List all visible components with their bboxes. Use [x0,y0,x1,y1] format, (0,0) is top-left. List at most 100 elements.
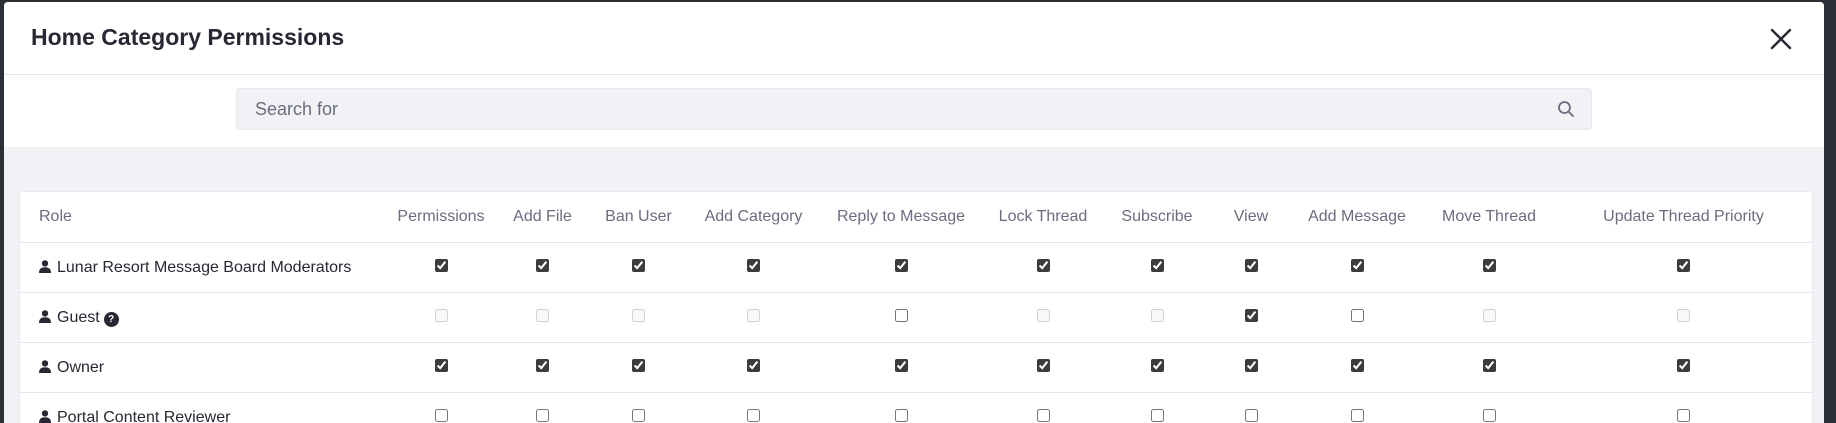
permission-cell [983,392,1103,423]
permission-checkbox[interactable] [1150,358,1164,372]
permission-checkbox [1150,308,1164,322]
permission-checkbox[interactable] [1150,408,1164,422]
permission-checkbox[interactable] [1244,258,1258,272]
permission-checkbox[interactable] [1350,408,1364,422]
column-header: Add Message [1291,192,1423,243]
permission-checkbox[interactable] [1244,408,1258,422]
user-icon [39,309,51,323]
role-cell: Guest? [20,292,386,343]
permission-cell [983,242,1103,293]
column-header: Lock Thread [983,192,1103,243]
permission-cell [1291,342,1423,393]
permission-checkbox[interactable] [894,358,908,372]
permission-checkbox [536,308,549,322]
permission-cell [1423,392,1555,423]
permission-checkbox[interactable] [1350,258,1364,272]
permission-cell [819,292,983,343]
permission-checkbox[interactable] [632,408,645,422]
permission-cell [1291,392,1423,423]
permission-checkbox[interactable] [1244,358,1258,372]
permission-checkbox[interactable] [747,358,760,372]
permission-cell [1555,342,1812,393]
permission-checkbox[interactable] [1036,358,1050,372]
search-area [4,75,1824,147]
permission-checkbox[interactable] [1036,258,1050,272]
column-header: Subscribe [1103,192,1211,243]
role-header: Role [20,192,386,243]
permission-cell [386,242,496,293]
role-name: Owner [57,358,105,376]
permission-checkbox[interactable] [1036,408,1050,422]
permission-cell [1211,292,1291,343]
search-input[interactable] [237,89,1537,129]
column-header: Move Thread [1423,192,1555,243]
permission-cell [1555,242,1812,293]
permission-cell [1423,292,1555,343]
column-header: Permissions [386,192,496,243]
permission-checkbox[interactable] [1677,408,1690,422]
permission-checkbox[interactable] [536,358,549,372]
column-header: Update Thread Priority [1555,192,1812,243]
permission-checkbox[interactable] [747,408,760,422]
permission-cell [1211,342,1291,393]
permission-checkbox[interactable] [1350,308,1364,322]
permission-checkbox[interactable] [434,358,448,372]
user-icon [39,409,51,423]
table-row: Guest? [20,292,1812,343]
permission-cell [1103,342,1211,393]
permission-checkbox[interactable] [1482,258,1496,272]
permission-checkbox [1036,308,1050,322]
table-row: Owner [20,342,1812,393]
permission-checkbox [632,308,645,322]
permission-checkbox[interactable] [536,258,549,272]
permission-checkbox[interactable] [536,408,549,422]
search-icon[interactable] [1557,100,1575,118]
permission-checkbox[interactable] [1244,308,1258,322]
permission-cell [496,242,589,293]
permission-cell [1103,292,1211,343]
question-circle-icon[interactable]: ? [103,311,119,327]
permission-checkbox[interactable] [632,358,645,372]
permission-checkbox [1677,308,1690,322]
permission-cell [589,242,688,293]
permission-checkbox[interactable] [1482,358,1496,372]
permission-checkbox[interactable] [894,408,908,422]
permission-cell [688,242,819,293]
column-header: Ban User [589,192,688,243]
permission-checkbox[interactable] [1482,408,1496,422]
permission-checkbox[interactable] [434,258,448,272]
permission-checkbox[interactable] [1677,358,1690,372]
permission-cell [688,392,819,423]
permission-checkbox[interactable] [747,258,760,272]
permissions-modal: Home Category Permissions Search for Rol… [4,2,1824,423]
permission-checkbox[interactable] [894,308,908,322]
permission-checkbox[interactable] [632,258,645,272]
close-button[interactable] [1764,22,1798,56]
permission-cell [1555,292,1812,343]
search-box [236,88,1592,130]
modal-title: Home Category Permissions [31,24,345,50]
permission-cell [386,342,496,393]
permission-cell [386,292,496,343]
table-header-row: Role Permissions Add File Ban User Add Cate… [20,192,1812,243]
permission-checkbox[interactable] [434,408,448,422]
permission-cell [819,342,983,393]
permission-cell [496,342,589,393]
permission-cell [1211,392,1291,423]
permissions-table: Role Permissions Add File Ban User Add Cate… [20,192,1812,423]
permission-cell [496,292,589,343]
permission-cell [983,292,1103,343]
permission-checkbox[interactable] [1677,258,1690,272]
permission-cell [386,392,496,423]
permission-checkbox [1482,308,1496,322]
role-cell: Portal Content Reviewer [20,392,386,423]
permission-checkbox[interactable] [1150,258,1164,272]
permission-cell [1423,342,1555,393]
permission-checkbox [747,308,760,322]
permission-checkbox[interactable] [894,258,908,272]
user-icon [39,259,51,273]
permission-cell [1211,242,1291,293]
permission-checkbox[interactable] [1350,358,1364,372]
permission-cell [1555,392,1812,423]
role-cell: Owner [20,342,386,393]
